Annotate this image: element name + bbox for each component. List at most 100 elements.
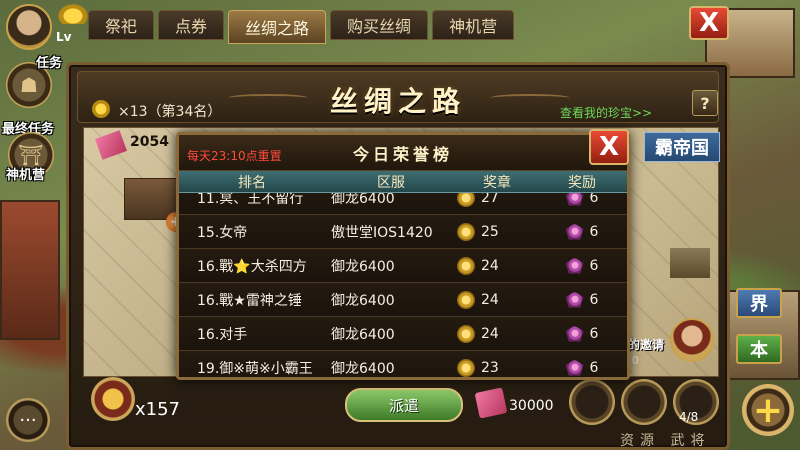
bottom-menu-label[interactable]: 资源 武将 <box>620 430 710 450</box>
table-row[interactable]: 19.御※萌※小霸王 御龙6400 23 6 <box>179 351 627 377</box>
world-button[interactable]: 界 <box>736 288 782 318</box>
server-name: 傲世堂IOS1420 <box>331 224 433 241</box>
reward-gem-icon <box>565 359 584 376</box>
chat-button[interactable]: ··· <box>6 398 50 442</box>
slot-progress: 4/8 <box>679 410 699 424</box>
ornament-right <box>490 94 570 102</box>
server-name: 御龙6400 <box>331 326 395 343</box>
silk-icon <box>474 387 508 419</box>
player-name: 11.冥、王不留行 <box>197 193 304 207</box>
silk-stock: 2054 <box>130 134 169 150</box>
player-name: 16.对手 <box>197 326 248 343</box>
medal-value: 27 <box>481 193 499 206</box>
medal-value: 23 <box>481 359 499 376</box>
ranking-list[interactable]: 11.冥、王不留行 御龙6400 27 6 15.女帝 傲世堂IOS1420 25 6 16.戰… <box>179 193 627 377</box>
reward-cell: 6 <box>537 223 627 240</box>
server-name: 御龙6400 <box>331 193 395 207</box>
reward-cell: 6 <box>537 325 627 342</box>
reward-value: 6 <box>589 223 599 240</box>
reset-note: 每天23:10点重置 <box>187 149 282 163</box>
quest-label: 任务 <box>36 56 63 71</box>
city-wall <box>0 200 60 340</box>
medal-icon <box>92 100 110 118</box>
goods-slot-necklace[interactable] <box>621 379 667 425</box>
popup-title: 今日荣誉榜 <box>352 145 453 164</box>
arsenal-label[interactable]: 神机营 <box>6 164 45 183</box>
goods-slot-vase[interactable] <box>569 379 615 425</box>
popup-close-button[interactable]: X <box>589 129 629 165</box>
table-row[interactable]: 16.对手 御龙6400 24 6 <box>179 317 627 351</box>
server-name: 御龙6400 <box>331 360 395 377</box>
reward-gem-icon <box>565 325 584 342</box>
tab-arsenal[interactable]: 神机营 <box>432 10 515 40</box>
medal-cell: 27 <box>457 193 537 207</box>
silk-icon <box>95 130 127 160</box>
tab-coupons[interactable]: 点券 <box>158 10 225 40</box>
reward-value: 6 <box>589 359 599 376</box>
medal-icon <box>457 324 475 343</box>
medal-bag-icon[interactable] <box>91 377 135 421</box>
tab-sacrifice[interactable]: 祭祀 <box>88 10 155 40</box>
helmet-icon: ☗ <box>20 73 38 97</box>
player-level: Lv <box>56 30 72 44</box>
table-row[interactable]: 15.女帝 傲世堂IOS1420 25 6 <box>179 215 627 249</box>
general-avatar[interactable] <box>670 318 714 362</box>
table-row[interactable]: 16.戰★雷神之锤 御龙6400 24 6 <box>179 283 627 317</box>
medal-cell: 24 <box>457 290 537 309</box>
player-name: 16.戰⭐大杀四方 <box>197 258 307 275</box>
tab-bar: 祭祀 点券 丝绸之路 购买丝绸 神机营 <box>88 10 515 44</box>
dispatch-button[interactable]: 派遣 <box>345 388 463 422</box>
medal-total: x157 <box>135 399 181 420</box>
medal-value: 25 <box>481 223 499 240</box>
column-reward: 奖励 <box>568 174 596 191</box>
city-marker[interactable] <box>670 248 710 278</box>
medal-icon <box>457 358 475 377</box>
popup-header: 每天23:10点重置 今日荣誉榜 <box>179 135 627 171</box>
column-server: 区服 <box>377 174 405 191</box>
medal-icon <box>457 193 475 207</box>
reward-value: 6 <box>589 193 599 206</box>
reward-cell: 6 <box>537 193 627 206</box>
reward-value: 6 <box>589 257 599 274</box>
server-name: 御龙6400 <box>331 292 395 309</box>
reward-cell: 6 <box>537 291 627 308</box>
reward-value: 6 <box>589 291 599 308</box>
reward-gem-icon <box>565 257 584 274</box>
reward-cell: 6 <box>537 359 627 376</box>
medal-count: ×13（第34名） <box>118 104 222 120</box>
empire-label[interactable]: 霸帝国 <box>644 132 720 162</box>
player-avatar[interactable] <box>6 4 52 50</box>
view-treasure-link[interactable]: 查看我的珍宝>> <box>560 104 652 121</box>
reward-gem-icon <box>565 223 584 240</box>
table-row[interactable]: 11.冥、王不留行 御龙6400 27 6 <box>179 193 627 215</box>
player-name: 15.女帝 <box>197 224 248 241</box>
medal-icon <box>457 290 475 309</box>
reward-value: 6 <box>589 325 599 342</box>
medal-value: 24 <box>481 291 499 308</box>
medal-cell: 23 <box>457 358 537 377</box>
help-button[interactable]: ? <box>692 90 718 116</box>
table-row[interactable]: 16.戰⭐大杀四方 御龙6400 24 6 <box>179 249 627 283</box>
medal-icon <box>457 256 475 275</box>
medal-value: 24 <box>481 257 499 274</box>
silk-amount: 30000 <box>509 398 554 414</box>
ranking-table-header: 排名 区服 奖章 奖励 <box>179 171 627 193</box>
tab-silk-road[interactable]: 丝绸之路 <box>228 10 327 44</box>
panel-header: 丝绸之路 ×13（第34名） 查看我的珍宝>> ? <box>77 71 719 123</box>
expand-menu-button[interactable]: + <box>742 384 794 436</box>
server-name: 御龙6400 <box>331 258 395 275</box>
gold-ingot-icon <box>58 4 88 24</box>
base-button[interactable]: 本 <box>736 334 782 364</box>
reward-gem-icon <box>565 193 584 206</box>
page-title: 丝绸之路 <box>329 85 466 118</box>
medal-cell: 24 <box>457 324 537 343</box>
honor-ranking-popup: 每天23:10点重置 今日荣誉榜 X 排名 区服 奖章 奖励 11.冥、王不留行… <box>176 129 630 380</box>
medal-icon <box>457 222 475 241</box>
reward-cell: 6 <box>537 257 627 274</box>
close-button[interactable]: X <box>689 6 729 40</box>
medal-cell: 24 <box>457 256 537 275</box>
column-medals: 奖章 <box>483 174 511 191</box>
tab-buy-silk[interactable]: 购买丝绸 <box>330 10 429 40</box>
medal-cell: 25 <box>457 222 537 241</box>
reward-gem-icon <box>565 291 584 308</box>
